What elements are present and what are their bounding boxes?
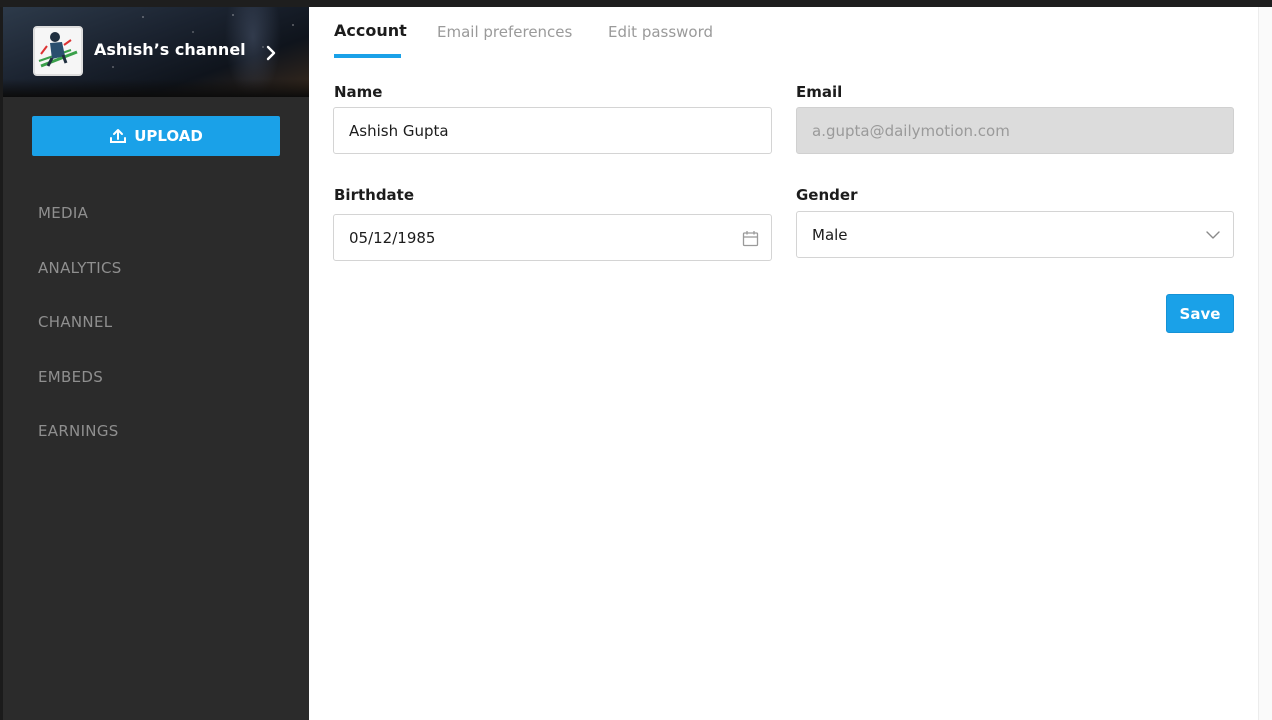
scrollbar-track[interactable] bbox=[1258, 7, 1272, 720]
tab-edit-password[interactable]: Edit password bbox=[608, 23, 713, 41]
chevron-right-icon[interactable] bbox=[261, 43, 281, 63]
sidebar-nav: MEDIA ANALYTICS CHANNEL EMBEDS EARNINGS bbox=[38, 197, 122, 470]
email-value: a.gupta@dailymotion.com bbox=[812, 121, 1010, 140]
channel-name[interactable]: Ashish’s channel bbox=[94, 40, 246, 59]
save-button[interactable]: Save bbox=[1166, 294, 1234, 333]
gender-value: Male bbox=[812, 225, 848, 244]
email-field: a.gupta@dailymotion.com bbox=[796, 107, 1234, 154]
gender-select[interactable]: Male bbox=[796, 211, 1234, 258]
active-tab-indicator bbox=[334, 54, 401, 58]
calendar-icon[interactable] bbox=[742, 230, 759, 251]
sidebar-item-earnings[interactable]: EARNINGS bbox=[38, 415, 122, 470]
chevron-down-icon[interactable] bbox=[1205, 227, 1221, 247]
email-label: Email bbox=[796, 83, 843, 101]
birthdate-field[interactable]: 05/12/1985 bbox=[333, 214, 772, 261]
tab-email-preferences[interactable]: Email preferences bbox=[437, 23, 572, 41]
channel-header[interactable]: Ashish’s channel bbox=[3, 7, 309, 97]
sidebar-item-analytics[interactable]: ANALYTICS bbox=[38, 252, 122, 307]
upload-button[interactable]: UPLOAD bbox=[32, 116, 280, 156]
name-label: Name bbox=[334, 83, 383, 101]
avatar bbox=[33, 26, 83, 76]
window-top-strip bbox=[0, 0, 1272, 7]
upload-label: UPLOAD bbox=[134, 127, 203, 145]
account-settings-panel: Account Email preferences Edit password … bbox=[309, 7, 1258, 720]
skier-avatar-icon bbox=[35, 28, 81, 74]
birthdate-value: 05/12/1985 bbox=[349, 228, 436, 247]
sidebar: Ashish’s channel UPLOAD MEDIA ANALYTICS … bbox=[3, 7, 309, 720]
tab-account[interactable]: Account bbox=[334, 21, 407, 40]
sidebar-item-embeds[interactable]: EMBEDS bbox=[38, 361, 122, 416]
sidebar-item-media[interactable]: MEDIA bbox=[38, 197, 122, 252]
gender-label: Gender bbox=[796, 186, 858, 204]
birthdate-label: Birthdate bbox=[334, 186, 415, 204]
upload-icon bbox=[109, 128, 127, 144]
sidebar-item-channel[interactable]: CHANNEL bbox=[38, 306, 122, 361]
name-value: Ashish Gupta bbox=[349, 121, 449, 140]
name-field[interactable]: Ashish Gupta bbox=[333, 107, 772, 154]
